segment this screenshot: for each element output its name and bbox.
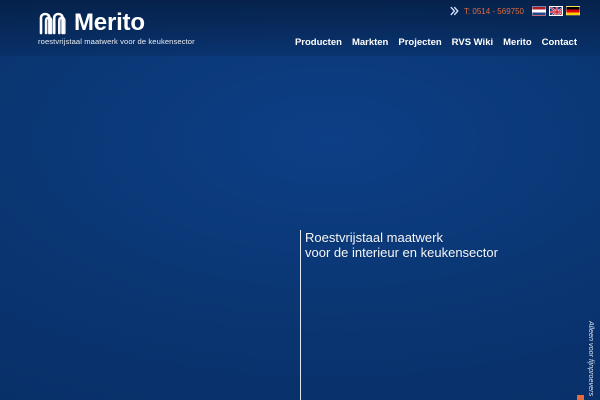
header: Merito roestvrijstaal maatwerk voor de k…: [0, 0, 600, 56]
topbar: T: 0514 - 569750: [450, 4, 580, 18]
nav-item-projecten[interactable]: Projecten: [398, 37, 441, 49]
flag-de-icon[interactable]: [566, 6, 580, 16]
double-chevron-right-icon: [450, 6, 459, 16]
hero-heading: Roestvrijstaal maatwerk voor de interieu…: [305, 230, 575, 260]
flag-uk-icon[interactable]: [549, 6, 563, 16]
side-badge[interactable]: Alleen voor fijnproevers: [583, 321, 600, 400]
hero-heading-line-1: Roestvrijstaal maatwerk: [305, 230, 443, 245]
merito-logo-mark: [39, 12, 66, 34]
logo-tagline: roestvrijstaal maatwerk voor de keukense…: [38, 37, 195, 46]
hero-divider-line: [300, 230, 301, 400]
hero-heading-line-2: voor de interieur en keukensector: [305, 245, 498, 260]
phone-number[interactable]: T: 0514 - 569750: [464, 7, 524, 16]
language-switcher: [532, 6, 580, 16]
nav-item-rvs-wiki[interactable]: RVS Wiki: [452, 37, 493, 49]
logo-wordmark: Merito: [74, 8, 145, 36]
nav-item-contact[interactable]: Contact: [542, 37, 577, 49]
side-accent-marker: [577, 395, 584, 400]
nav-item-merito[interactable]: Merito: [503, 37, 532, 49]
nav-item-producten[interactable]: Producten: [295, 37, 342, 49]
nav-item-markten[interactable]: Markten: [352, 37, 388, 49]
main-nav: Producten Markten Projecten RVS Wiki Mer…: [295, 37, 577, 49]
logo[interactable]: Merito roestvrijstaal maatwerk voor de k…: [38, 10, 195, 46]
logo-row: Merito: [38, 10, 178, 35]
phone-contact[interactable]: T: 0514 - 569750: [450, 6, 524, 16]
page: Merito roestvrijstaal maatwerk voor de k…: [0, 0, 600, 400]
flag-uk-icon: [550, 7, 562, 15]
flag-nl-icon[interactable]: [532, 6, 546, 16]
side-badge-text: Alleen voor fijnproevers: [587, 321, 596, 397]
